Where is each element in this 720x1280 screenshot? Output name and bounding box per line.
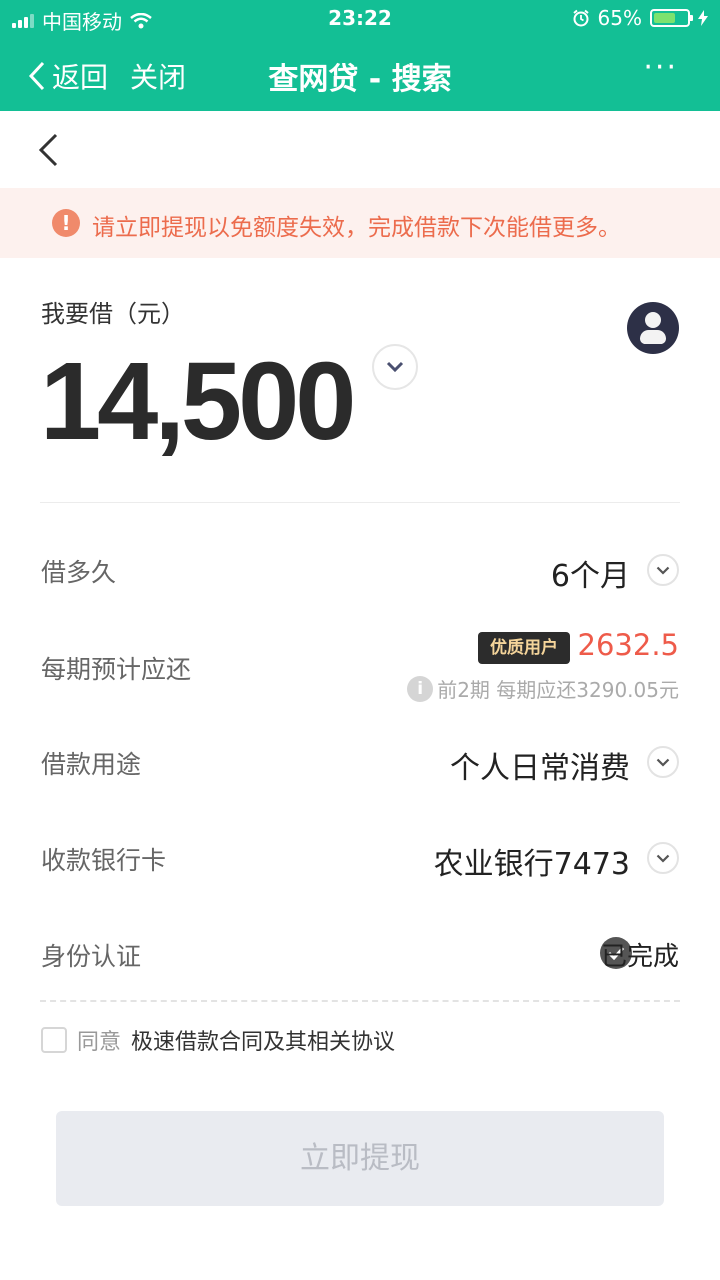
page-back-button[interactable] bbox=[34, 132, 64, 168]
agreement-checkbox[interactable] bbox=[41, 1027, 67, 1053]
dashed-divider bbox=[40, 1000, 680, 1002]
info-icon: i bbox=[407, 675, 434, 702]
purpose-label: 借款用途 bbox=[41, 750, 142, 779]
term-value[interactable]: 6个月 bbox=[551, 551, 630, 595]
battery-icon bbox=[650, 9, 693, 27]
chevron-down-icon bbox=[386, 361, 404, 373]
identity-status: 已完成 bbox=[600, 942, 679, 972]
repayment-label: 每期预计应还 bbox=[41, 655, 192, 684]
identity-label: 身份认证 bbox=[41, 942, 142, 971]
warning-icon: ! bbox=[52, 209, 80, 237]
bank-card-value[interactable]: 农业银行7473 bbox=[434, 839, 630, 883]
more-menu-button[interactable]: ··· bbox=[643, 50, 678, 85]
withdraw-button[interactable]: 立即提现 bbox=[56, 1111, 664, 1206]
term-dropdown-button[interactable] bbox=[647, 554, 679, 586]
top-bar: 中国移动 23:22 65% 返回 关闭 查网贷 - 搜索 ··· bbox=[0, 0, 720, 111]
alarm-icon bbox=[572, 9, 589, 27]
purpose-value[interactable]: 个人日常消费 bbox=[450, 743, 630, 787]
divider bbox=[40, 502, 680, 503]
notice-banner: ! 请立即提现以免额度失效，完成借款下次能借更多。 bbox=[0, 188, 720, 258]
amount-dropdown-button[interactable] bbox=[372, 344, 418, 390]
loan-amount[interactable]: 14,500 bbox=[40, 338, 356, 465]
avatar[interactable] bbox=[627, 302, 679, 354]
repayment-note[interactable]: i 前2期 每期应还3290.05元 bbox=[407, 674, 679, 703]
agreement-prefix: 同意 bbox=[77, 1030, 122, 1055]
chevron-down-icon bbox=[656, 854, 670, 863]
bank-card-dropdown-button[interactable] bbox=[647, 842, 679, 874]
nav-bar: 返回 关闭 查网贷 - 搜索 ··· bbox=[0, 36, 720, 111]
chevron-down-icon bbox=[656, 758, 670, 767]
repayment-note-text: 前2期 每期应还3290.05元 bbox=[437, 678, 679, 702]
agreement-link[interactable]: 极速借款合同及其相关协议 bbox=[131, 1024, 395, 1056]
term-label: 借多久 bbox=[41, 558, 117, 587]
battery-percent: 65% bbox=[597, 6, 642, 30]
agreement: 同意 极速借款合同及其相关协议 bbox=[41, 1024, 395, 1056]
premium-user-badge: 优质用户 bbox=[478, 632, 570, 664]
chevron-down-icon bbox=[656, 566, 670, 575]
purpose-dropdown-button[interactable] bbox=[647, 746, 679, 778]
charging-icon bbox=[698, 10, 708, 26]
notice-text: 请立即提现以免额度失效，完成借款下次能借更多。 bbox=[92, 215, 621, 241]
status-bar: 中国移动 23:22 65% bbox=[0, 0, 720, 36]
loan-amount-label: 我要借（元） bbox=[41, 300, 185, 328]
bank-card-label: 收款银行卡 bbox=[41, 846, 167, 875]
page-title: 查网贷 - 搜索 bbox=[268, 62, 452, 97]
repayment-value: 2632.5 bbox=[577, 628, 679, 662]
